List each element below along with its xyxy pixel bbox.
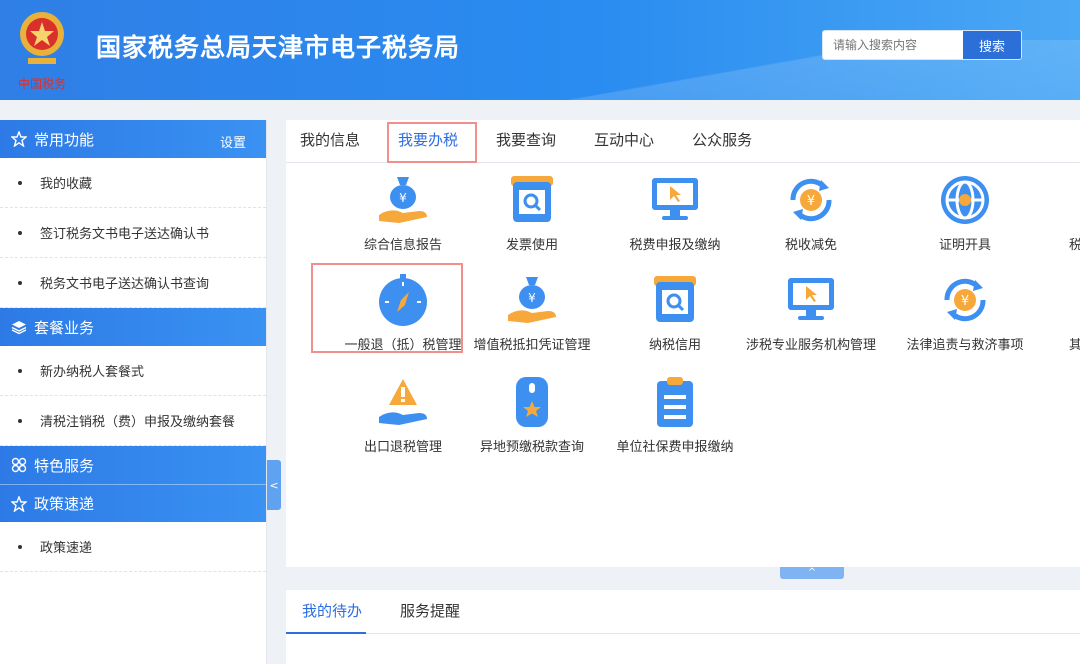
monitor-cursor-icon [646,172,704,228]
bullet [18,544,22,549]
bullet [18,230,22,235]
search-input[interactable] [823,31,963,59]
service-label: 其 [1069,338,1080,353]
svg-text:中国税务: 中国税务 [18,76,66,91]
star-outline-icon [10,495,28,513]
money-bag-hand-icon: ¥ [503,272,561,328]
cut-off-icon [1051,172,1080,228]
service-cut-off-2[interactable]: 其 [1051,272,1080,362]
service-label: 出口退税管理 [363,440,442,455]
service-label: 税 [1069,238,1080,253]
service-label: 纳税信用 [648,338,701,353]
money-bag-hand-icon: ¥ [374,172,432,228]
service-label: 增值税抵扣凭证管理 [473,338,591,353]
tab-public-service[interactable]: 公众服务 [692,129,752,162]
service-label: 证明开具 [938,238,991,253]
sidebar-item-sign-delivery[interactable]: 签订税务文书电子送达确认书 [0,208,266,258]
sidebar-item-deregistration[interactable]: 清税注销税（费）申报及缴纳套餐 [0,396,266,446]
sidebar: 常用功能 设置 我的收藏 签订税务文书电子送达确认书 税务文书电子送达确认书查询… [0,120,267,664]
service-label: 异地预缴税款查询 [479,440,584,455]
service-tax-declaration[interactable]: 税费申报及缴纳 [600,172,750,262]
sidebar-item-label: 签订税务文书电子送达确认书 [40,227,210,242]
section-title: 政策速递 [34,495,95,513]
service-certificate[interactable]: 证明开具 [890,172,1040,262]
service-offsite-prepay-query[interactable]: 异地预缴税款查询 [457,374,607,464]
sidebar-section-policy[interactable]: 政策速递 [0,484,266,522]
service-label: 发票使用 [505,238,558,253]
service-label: 法律追责与救济事项 [906,338,1024,353]
clipboard-list-icon [646,374,704,430]
sidebar-section-featured[interactable]: 特色服务 [0,446,266,484]
sidebar-item-label: 清税注销税（费）申报及缴纳套餐 [40,415,236,430]
yuan-refresh-icon: ¥ [782,172,840,228]
svg-text:¥: ¥ [528,291,536,305]
service-tax-reduction[interactable]: ¥ 税收减免 [736,172,886,262]
collapse-panel-button[interactable]: ^ [780,567,844,579]
bullet [18,368,22,373]
service-agency-management[interactable]: 涉税专业服务机构管理 [736,272,886,362]
bullet [18,280,22,285]
tab-service-reminder[interactable]: 服务提醒 [400,600,460,633]
highlight-box-tab [387,122,477,163]
tab-query[interactable]: 我要查询 [496,129,556,162]
service-label: 单位社保费申报缴纳 [616,440,734,455]
tab-my-todo[interactable]: 我的待办 [285,600,367,634]
sidebar-item-favorites[interactable]: 我的收藏 [0,158,266,208]
section-title: 特色服务 [34,456,95,475]
service-label: 税费申报及缴纳 [629,238,721,253]
sidebar-item-new-taxpayer[interactable]: 新办纳税人套餐式 [0,346,266,396]
sidebar-item-label: 新办纳税人套餐式 [40,365,145,380]
monitor-cursor-icon [782,272,840,328]
clover-grid-icon [10,456,28,474]
sidebar-item-label: 税务文书电子送达确认书查询 [40,277,210,292]
sidebar-collapse-button[interactable]: < [267,460,281,510]
sidebar-item-query-delivery[interactable]: 税务文书电子送达确认书查询 [0,258,266,308]
tab-interaction[interactable]: 互动中心 [594,129,654,162]
star-outline-icon [10,130,28,148]
tab-my-info[interactable]: 我的信息 [300,129,360,162]
service-legal-remedy[interactable]: ¥ 法律追责与救济事项 [890,272,1040,362]
globe-certificate-icon [936,172,994,228]
search-box: 搜索 [822,30,1022,60]
svg-text:¥: ¥ [399,191,407,205]
warning-hand-icon [374,374,432,430]
search-button[interactable]: 搜索 [963,31,1021,59]
settings-link[interactable]: 设置 [220,132,246,151]
layers-icon [10,318,28,336]
cut-off-icon [1051,272,1080,328]
sidebar-section-common[interactable]: 常用功能 设置 [0,120,266,158]
service-label: 税收减免 [784,238,837,253]
section-title: 套餐业务 [34,318,95,337]
bullet [18,180,22,185]
invoice-search-icon [503,172,561,228]
invoice-search-icon [646,272,704,328]
site-title: 国家税务总局天津市电子税务局 [96,33,461,62]
service-label: 综合信息报告 [363,238,442,253]
bullet [18,418,22,423]
main-panel: 我的信息 我要办税 我要查询 互动中心 公众服务 ¥ 综合信息报告 发票使用 税… [286,120,1080,567]
service-export-refund[interactable]: 出口退税管理 [328,374,478,464]
yuan-refresh-icon: ¥ [936,272,994,328]
service-cut-off-1[interactable]: 税 [1051,172,1080,262]
service-invoice-use[interactable]: 发票使用 [457,172,607,262]
todo-panel: 我的待办 服务提醒 [285,590,1080,664]
sidebar-section-packages[interactable]: 套餐业务 [0,308,266,346]
service-tax-credit[interactable]: 纳税信用 [600,272,750,362]
sidebar-item-label: 我的收藏 [40,177,93,192]
service-social-insurance[interactable]: 单位社保费申报缴纳 [600,374,750,464]
svg-text:¥: ¥ [961,294,969,309]
todo-tabs: 我的待办 服务提醒 [285,590,1080,634]
svg-text:¥: ¥ [807,194,815,209]
tax-emblem-icon: 中国税务 [18,12,66,91]
sidebar-item-policy[interactable]: 政策速递 [0,522,266,572]
service-label: 涉税专业服务机构管理 [745,338,876,353]
service-vat-deduction[interactable]: ¥ 增值税抵扣凭证管理 [457,272,607,362]
header-banner: 中国税务 国家税务总局天津市电子税务局 搜索 [0,0,1080,100]
highlight-box-service [311,263,463,353]
section-title: 常用功能 [34,130,95,149]
sidebar-item-label: 政策速递 [40,541,93,556]
star-card-icon [503,374,561,430]
service-general-info-report[interactable]: ¥ 综合信息报告 [328,172,478,262]
